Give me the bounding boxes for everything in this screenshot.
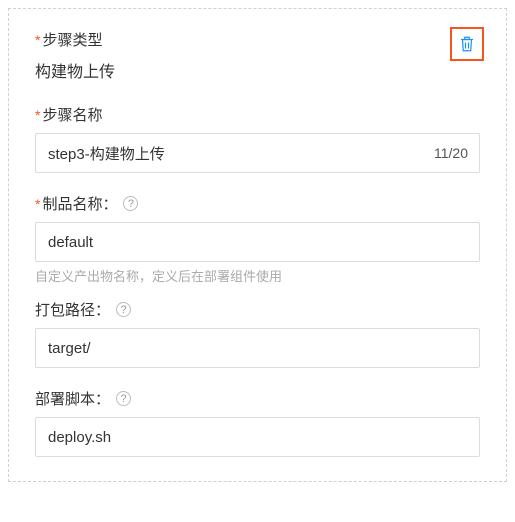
artifact-name-label-row: * 制品名称： ?	[35, 193, 480, 214]
pack-path-input[interactable]	[35, 328, 480, 368]
help-icon[interactable]: ?	[123, 196, 138, 211]
deploy-script-input[interactable]	[35, 417, 480, 457]
step-name-input-wrap: 11/20	[35, 133, 480, 173]
required-mark: *	[35, 196, 40, 212]
step-name-input[interactable]	[35, 133, 480, 173]
step-name-counter: 11/20	[434, 145, 468, 161]
step-type-label: 步骤类型	[42, 29, 102, 50]
pack-path-label-row: 打包路径： ?	[35, 299, 480, 320]
pack-path-input-wrap	[35, 328, 480, 368]
help-icon[interactable]: ?	[116, 302, 131, 317]
help-icon[interactable]: ?	[116, 391, 131, 406]
step-type-label-row: * 步骤类型	[35, 29, 480, 50]
required-mark: *	[35, 32, 40, 48]
required-mark: *	[35, 107, 40, 123]
step-type-value: 构建物上传	[35, 58, 480, 82]
artifact-name-input[interactable]	[35, 222, 480, 262]
artifact-name-label: 制品名称：	[42, 193, 117, 214]
step-config-panel: * 步骤类型 构建物上传 * 步骤名称 11/20 * 制品名称： ? 自定义产…	[8, 8, 507, 482]
step-name-label-row: * 步骤名称	[35, 104, 480, 125]
deploy-script-input-wrap	[35, 417, 480, 457]
trash-icon	[458, 35, 476, 53]
artifact-name-input-wrap	[35, 222, 480, 262]
pack-path-label: 打包路径：	[35, 299, 110, 320]
step-name-label: 步骤名称	[42, 104, 102, 125]
deploy-script-label-row: 部署脚本： ?	[35, 388, 480, 409]
delete-highlight-box	[450, 27, 484, 61]
deploy-script-label: 部署脚本：	[35, 388, 110, 409]
artifact-name-hint: 自定义产出物名称，定义后在部署组件使用	[35, 266, 480, 285]
delete-step-button[interactable]	[456, 33, 478, 55]
